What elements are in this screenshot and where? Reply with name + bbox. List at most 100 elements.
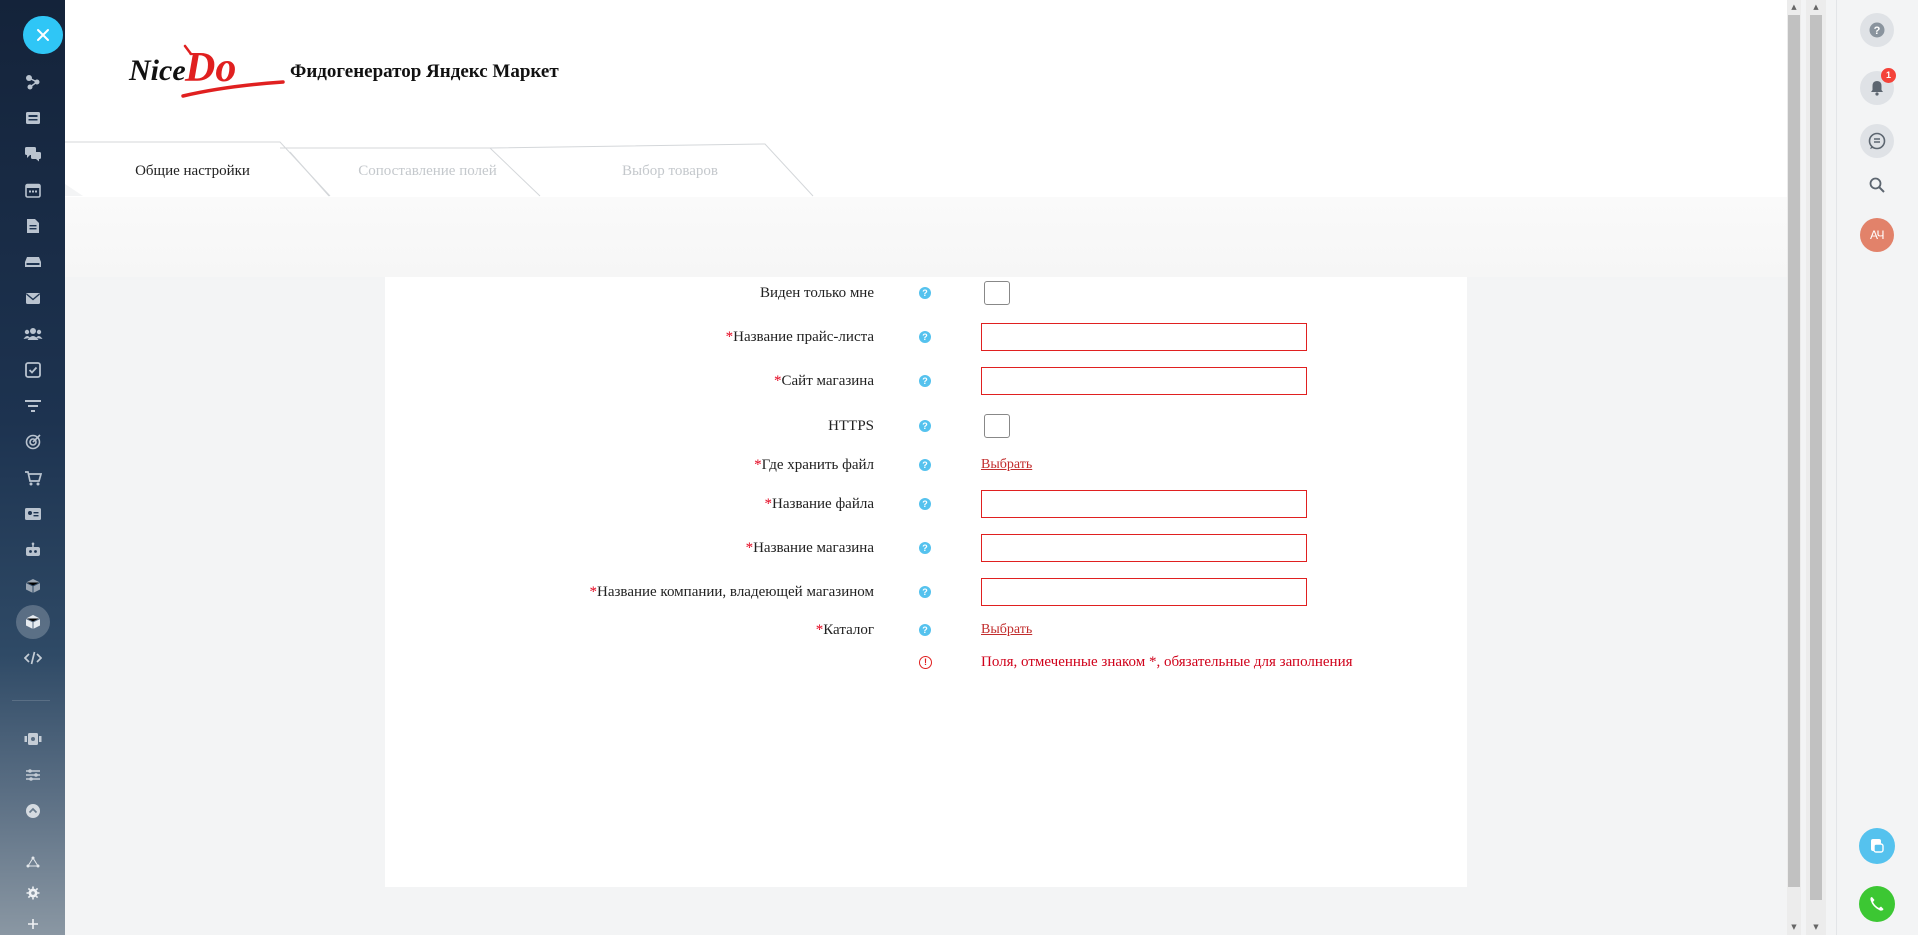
- warning-icon: !: [919, 656, 932, 669]
- content-header-band: [65, 197, 1787, 277]
- choose-catalog-link[interactable]: Выбрать: [981, 614, 1032, 646]
- file-name-input[interactable]: [981, 490, 1307, 518]
- calendar-icon[interactable]: [22, 179, 44, 201]
- tasks-icon[interactable]: [22, 359, 44, 381]
- bell-icon: [1871, 81, 1883, 96]
- chat-icon[interactable]: [22, 143, 44, 165]
- scrollbar-thumb[interactable]: [1788, 15, 1800, 887]
- help-icon[interactable]: ?: [919, 459, 931, 471]
- visible-only-me-checkbox[interactable]: [984, 281, 1010, 305]
- user-avatar[interactable]: АЧ: [1860, 218, 1894, 252]
- help-icon[interactable]: ?: [919, 420, 931, 432]
- app-title: Фидогенератор Яндекс Маркет: [290, 61, 559, 82]
- document-icon[interactable]: [22, 215, 44, 237]
- form-row-shop-site: *Сайт магазина ?: [385, 365, 1467, 397]
- nicedo-logo: Nice Do: [125, 36, 285, 109]
- call-button[interactable]: [1859, 886, 1895, 922]
- settings-row-icon[interactable]: [22, 728, 44, 750]
- help-button[interactable]: ?: [1860, 13, 1894, 47]
- close-icon: [37, 29, 49, 41]
- field-label: HTTPS: [828, 418, 874, 434]
- help-icon[interactable]: ?: [919, 375, 931, 387]
- scroll-down-arrow-icon[interactable]: ▼: [1789, 922, 1799, 932]
- field-label: *Каталог: [815, 622, 874, 638]
- help-icon[interactable]: ?: [919, 586, 931, 598]
- mail-icon[interactable]: [22, 287, 44, 309]
- form-row-price-list-name: *Название прайс-листа ?: [385, 321, 1467, 353]
- sliders-icon[interactable]: [22, 764, 44, 786]
- form-row-file-name: *Название файла ?: [385, 488, 1467, 520]
- app-header: Nice Do Фидогенератор Яндекс Маркет: [65, 0, 1787, 145]
- https-checkbox[interactable]: [984, 414, 1010, 438]
- phone-icon: [1870, 897, 1884, 911]
- news-icon[interactable]: [22, 107, 44, 129]
- sidebar-divider: [12, 700, 50, 701]
- price-list-name-input[interactable]: [981, 323, 1307, 351]
- chat-list-icon: [1868, 132, 1886, 150]
- gear-icon[interactable]: [22, 882, 44, 904]
- drive-icon[interactable]: [22, 251, 44, 273]
- plus-icon[interactable]: [22, 913, 44, 935]
- target-icon[interactable]: [22, 431, 44, 453]
- form-row-catalog: *Каталог ? Выбрать: [385, 614, 1467, 646]
- scrollbar-thumb[interactable]: [1810, 15, 1822, 900]
- svg-text:Nice: Nice: [128, 54, 186, 87]
- chat-bubble-icon: [1871, 839, 1884, 853]
- help-icon[interactable]: ?: [919, 331, 931, 343]
- triangle-icon[interactable]: [22, 851, 44, 873]
- tab-field-mapping[interactable]: Сопоставление полей: [330, 145, 525, 197]
- arrow-up-circle-icon[interactable]: [22, 800, 44, 822]
- group-icon[interactable]: [22, 323, 44, 345]
- help-icon[interactable]: ?: [919, 624, 931, 636]
- feed-button[interactable]: [1860, 124, 1894, 158]
- scrollbar-left[interactable]: ▲ ▼: [1787, 0, 1801, 935]
- scroll-up-arrow-icon[interactable]: ▲: [1789, 2, 1799, 12]
- main-area: Nice Do Фидогенератор Яндекс Маркет Общи…: [65, 0, 1787, 935]
- notifications-badge: 1: [1881, 68, 1896, 83]
- contact-card-icon[interactable]: [22, 503, 44, 525]
- filter-icon[interactable]: [22, 395, 44, 417]
- field-label: *Где хранить файл: [754, 457, 874, 473]
- field-label: *Название файла: [764, 496, 874, 512]
- tab-general-settings[interactable]: Общие настройки: [105, 145, 280, 197]
- scroll-up-arrow-icon[interactable]: ▲: [1811, 2, 1821, 12]
- form-row-file-storage: *Где хранить файл ? Выбрать: [385, 449, 1467, 481]
- choose-storage-link[interactable]: Выбрать: [981, 449, 1032, 481]
- open-lines-button[interactable]: [1859, 828, 1895, 864]
- sitemap-icon[interactable]: [22, 71, 44, 93]
- box-active-icon[interactable]: [16, 605, 50, 639]
- shop-site-input[interactable]: [981, 367, 1307, 395]
- cart-icon[interactable]: [22, 467, 44, 489]
- left-sidebar: [0, 0, 65, 935]
- form-row-company-name: *Название компании, владеющей магазином …: [385, 576, 1467, 608]
- help-icon[interactable]: ?: [919, 542, 931, 554]
- search-icon: [1869, 177, 1885, 193]
- field-label: *Название прайс-листа: [725, 329, 874, 345]
- company-name-input[interactable]: [981, 578, 1307, 606]
- question-icon: ?: [1869, 22, 1885, 38]
- tab-product-selection[interactable]: Выбор товаров: [580, 145, 760, 197]
- scrollbar-right[interactable]: ▲ ▼: [1806, 0, 1826, 935]
- required-note-row: ! Поля, отмеченные знаком *, обязательны…: [385, 646, 1467, 678]
- shop-name-input[interactable]: [981, 534, 1307, 562]
- form-row-visible-only-me: Виден только мне ?: [385, 277, 1467, 309]
- search-button[interactable]: [1860, 168, 1894, 202]
- form-row-shop-name: *Название магазина ?: [385, 532, 1467, 564]
- required-fields-note: Поля, отмеченные знаком *, обязательные …: [981, 654, 1353, 670]
- notifications-button[interactable]: 1: [1860, 68, 1896, 105]
- box-icon[interactable]: [22, 575, 44, 597]
- help-icon[interactable]: ?: [919, 498, 931, 510]
- right-panel: ? 1 АЧ: [1836, 0, 1918, 935]
- form-row-https: HTTPS ?: [385, 410, 1467, 442]
- svg-text:Do: Do: [184, 45, 236, 91]
- help-icon[interactable]: ?: [919, 287, 931, 299]
- field-label: *Название магазина: [745, 540, 874, 556]
- scroll-down-arrow-icon[interactable]: ▼: [1811, 922, 1821, 932]
- close-menu-button[interactable]: [23, 16, 63, 54]
- robot-icon[interactable]: [22, 539, 44, 561]
- field-label: *Название компании, владеющей магазином: [589, 584, 874, 600]
- settings-form: Виден только мне ? *Название прайс-листа…: [385, 277, 1467, 887]
- svg-text:?: ?: [1874, 25, 1881, 37]
- code-icon[interactable]: [22, 647, 44, 669]
- field-label: Виден только мне: [759, 285, 874, 301]
